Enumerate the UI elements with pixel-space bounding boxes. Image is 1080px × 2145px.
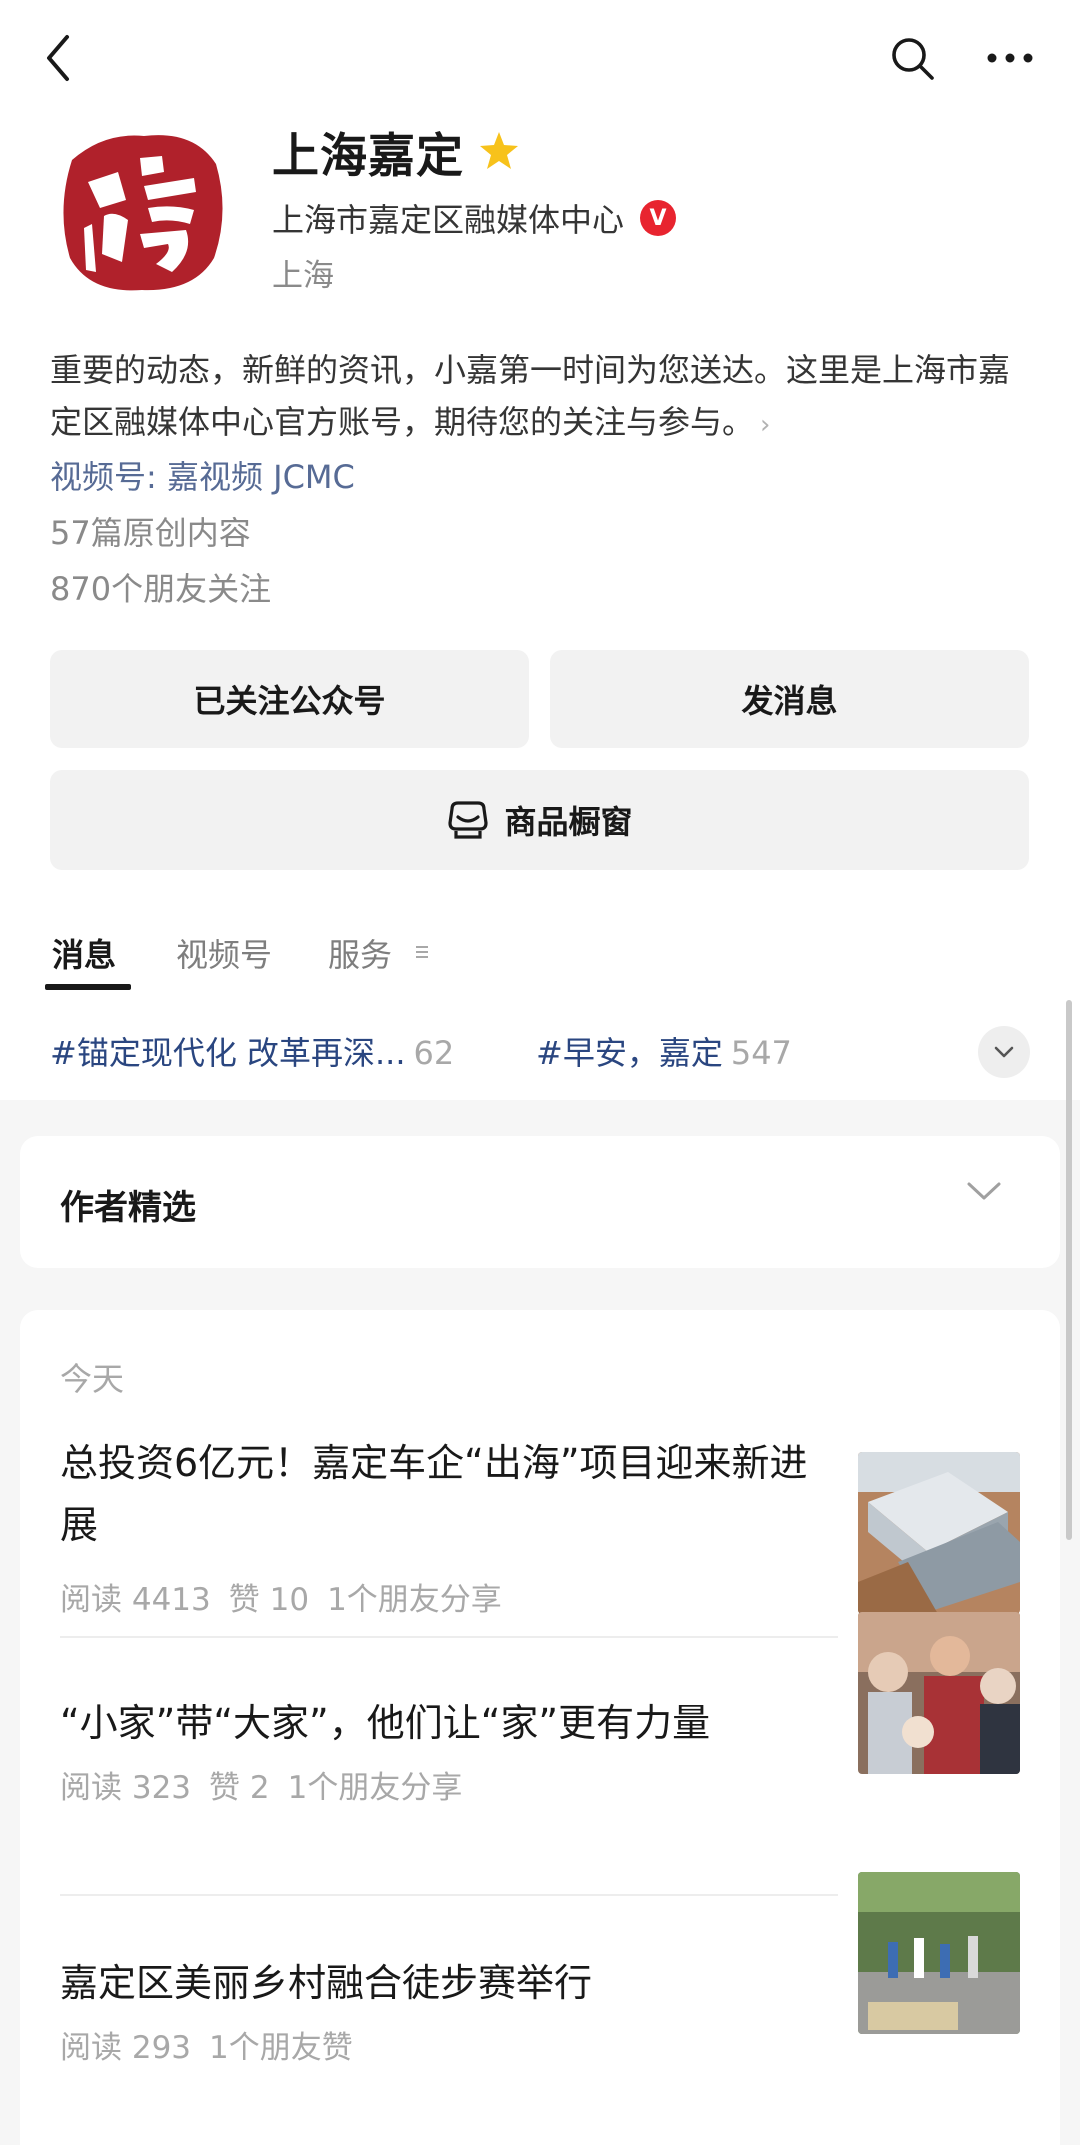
tab-services[interactable]: 服务 xyxy=(328,930,392,976)
article-friend-likes: 1个朋友赞 xyxy=(209,2030,353,2066)
article-likes: 赞 10 xyxy=(228,1582,310,1618)
friends-following-count[interactable]: 870个朋友关注 xyxy=(50,564,271,610)
topic-tag[interactable]: #早安，嘉定 547 xyxy=(536,1028,792,1074)
topic-label: #锚定现代化 改革再深... xyxy=(50,1034,406,1072)
account-name: 上海嘉定 xyxy=(272,128,464,184)
article-title: “小家”带“大家”，他们让“家”更有力量 xyxy=(60,1701,711,1745)
original-content-count[interactable]: 57篇原创内容 xyxy=(50,508,251,554)
send-message-button[interactable]: 发消息 xyxy=(550,650,1029,748)
article-reads: 阅读 323 xyxy=(60,1770,192,1806)
day-label: 今天 xyxy=(60,1360,125,1398)
more-button[interactable] xyxy=(972,22,1048,94)
description-text: 重要的动态，新鲜的资讯，小嘉第一时间为您送达。这里是上海市嘉定区融媒体中心官方账… xyxy=(50,351,1011,441)
active-tab-indicator xyxy=(45,984,131,990)
organization-name: 上海市嘉定区融媒体中心 xyxy=(272,201,625,239)
chevron-down-icon xyxy=(994,1046,1014,1058)
topic-tag[interactable]: #锚定现代化 改革再深... 62 xyxy=(50,1028,454,1074)
article-shares: 1个朋友分享 xyxy=(287,1770,463,1806)
chevron-right-icon: › xyxy=(760,410,771,440)
scrollbar[interactable] xyxy=(1066,1000,1072,1540)
chevron-left-icon xyxy=(47,35,69,81)
tab-messages[interactable]: 消息 xyxy=(52,930,116,976)
topic-tags-row: #锚定现代化 改革再深... 62 #早安，嘉定 547 xyxy=(0,1022,1080,1080)
search-button[interactable] xyxy=(876,22,948,94)
article-thumbnail xyxy=(858,1872,1020,2034)
article-title: 总投资6亿元！嘉定车企“出海”项目迎来新进展 xyxy=(60,1441,808,1547)
divider xyxy=(60,1636,838,1638)
verified-badge-icon[interactable]: V xyxy=(640,200,677,236)
article-reads: 阅读 293 xyxy=(60,2030,192,2066)
chevron-down-icon xyxy=(967,1182,1001,1200)
topic-count: 62 xyxy=(413,1034,455,1072)
followed-button-label: 已关注公众号 xyxy=(193,682,386,720)
factory-photo-icon xyxy=(858,1452,1020,1614)
seal-logo-icon xyxy=(63,135,223,291)
organization-row: 上海市嘉定区融媒体中心 V xyxy=(272,194,677,242)
search-icon xyxy=(892,38,934,80)
people-photo-icon xyxy=(858,1612,1020,1774)
channel-link[interactable]: 视频号: 嘉视频 JCMC xyxy=(50,452,355,498)
article-meta: 阅读 293 1个朋友赞 xyxy=(60,2022,371,2067)
back-button[interactable] xyxy=(30,22,86,94)
article-thumbnail xyxy=(858,1612,1020,1774)
account-description[interactable]: 重要的动态，新鲜的资讯，小嘉第一时间为您送达。这里是上海市嘉定区融媒体中心官方账… xyxy=(50,344,1040,451)
region-label: 上海 xyxy=(272,258,334,294)
star-icon[interactable] xyxy=(478,130,520,172)
article-meta: 阅读 4413 赞 10 1个朋友分享 xyxy=(60,1574,520,1619)
author-picks-card[interactable]: 作者精选 xyxy=(20,1136,1060,1268)
tab-channels[interactable]: 视频号 xyxy=(176,930,272,976)
shop-window-button[interactable]: 商品橱窗 xyxy=(50,770,1029,870)
menu-lines-icon xyxy=(416,946,428,958)
article-reads: 阅读 4413 xyxy=(60,1582,211,1618)
article-title: 嘉定区美丽乡村融合徒步赛举行 xyxy=(60,1961,593,2005)
topic-count: 547 xyxy=(730,1034,792,1072)
more-dots-icon xyxy=(987,53,1033,63)
article-thumbnail xyxy=(858,1452,1020,1614)
articles-card: 今天 总投资6亿元！嘉定车企“出海”项目迎来新进展 阅读 4413 赞 10 1个朋… xyxy=(20,1310,1060,2145)
author-picks-title: 作者精选 xyxy=(60,1188,196,1228)
article-shares: 1个朋友分享 xyxy=(327,1582,502,1618)
topic-label: #早安，嘉定 xyxy=(536,1034,723,1072)
article-meta: 阅读 323 赞 2 1个朋友分享 xyxy=(60,1762,480,1807)
shop-icon xyxy=(448,801,489,839)
send-message-label: 发消息 xyxy=(741,682,838,720)
content-tabs: 消息 视频号 服务 xyxy=(0,922,1080,992)
topics-expand-button[interactable] xyxy=(978,1026,1030,1078)
divider xyxy=(60,1894,838,1896)
article-likes: 赞 2 xyxy=(209,1770,270,1806)
shop-window-label: 商品橱窗 xyxy=(504,803,633,841)
followed-button[interactable]: 已关注公众号 xyxy=(50,650,529,748)
account-name-row: 上海嘉定 xyxy=(272,118,520,184)
avatar[interactable] xyxy=(44,112,240,308)
event-photo-icon xyxy=(858,1872,1020,2034)
top-bar xyxy=(0,0,1080,118)
